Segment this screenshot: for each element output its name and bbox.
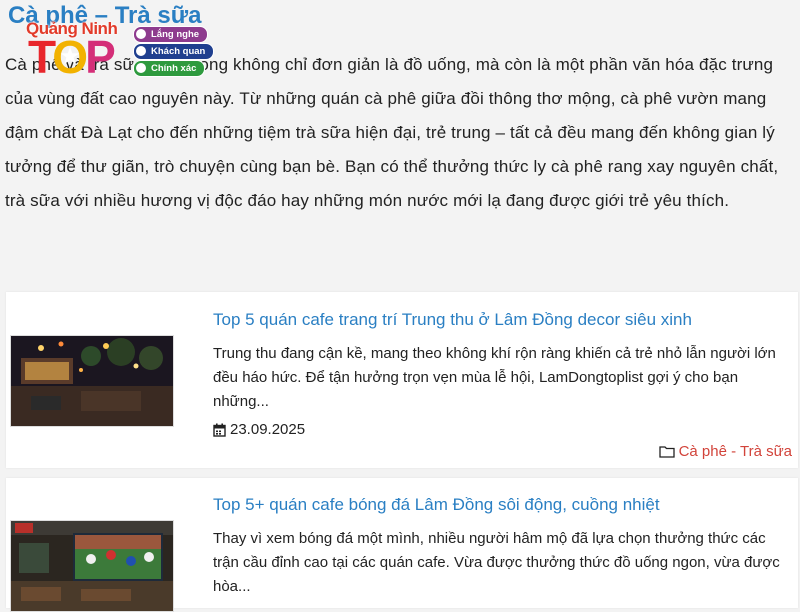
post-excerpt: Trung thu đang cận kề, mang theo không k… xyxy=(213,345,776,410)
post-date-text: 23.09.2025 xyxy=(230,421,306,438)
post-title-link[interactable]: Top 5+ quán cafe bóng đá Lâm Đồng sôi độ… xyxy=(213,494,660,516)
category-header: Cà phê – Trà sữa Cà phê và trà sữa Lâm Đ… xyxy=(0,0,800,290)
post-date: 23.09.2025 xyxy=(213,421,305,438)
site-logo[interactable]: Quảng Ninh TOP ★ Lắng nghe Khách quan Ch… xyxy=(22,18,222,82)
folder-icon xyxy=(658,445,675,458)
post-title-link[interactable]: Top 5 quán cafe trang trí Trung thu ở Lâ… xyxy=(213,309,692,331)
post-card: Top 5 quán cafe trang trí Trung thu ở Lâ… xyxy=(6,292,798,468)
post-card: Top 5+ quán cafe bóng đá Lâm Đồng sôi độ… xyxy=(6,478,798,612)
star-icon: ★ xyxy=(59,43,81,70)
post-thumbnail[interactable] xyxy=(10,335,174,427)
logo-tag: Lắng nghe xyxy=(133,26,209,43)
calendar-icon xyxy=(213,423,226,437)
post-category[interactable]: Cà phê - Trà sữa xyxy=(658,443,792,460)
logo-tag: Chính xác xyxy=(133,60,206,77)
post-excerpt: Thay vì xem bóng đá một mình, nhiều ngườ… xyxy=(213,530,780,595)
logo-tag: Khách quan xyxy=(133,43,215,60)
post-category-link[interactable]: Cà phê - Trà sữa xyxy=(679,443,792,460)
post-thumbnail[interactable] xyxy=(10,520,174,612)
